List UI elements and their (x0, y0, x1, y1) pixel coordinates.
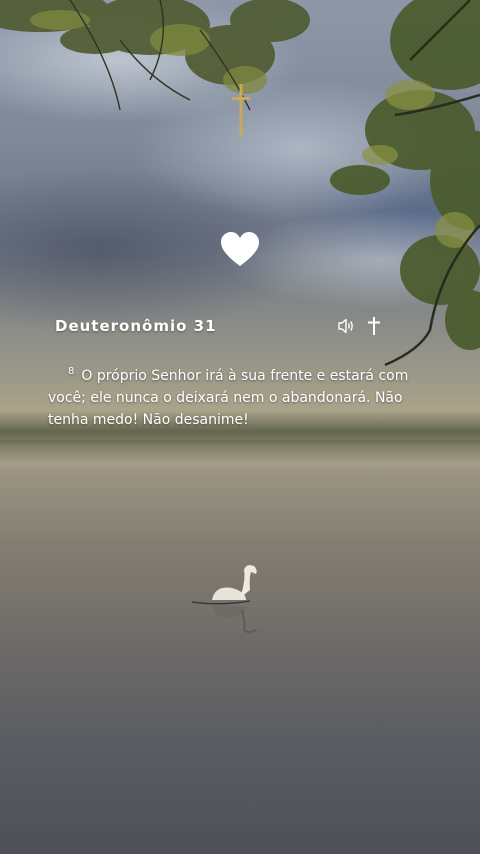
verse-text-block: 8O próprio Senhor irá à sua frente e est… (48, 361, 428, 431)
speaker-icon (338, 318, 353, 334)
cross-icon (232, 84, 250, 136)
heart-icon[interactable] (221, 232, 259, 268)
cross-icon (368, 317, 380, 335)
verse-text: O próprio Senhor irá à sua frente e esta… (48, 368, 409, 428)
verse-number: 8 (68, 366, 75, 377)
cross-button[interactable] (364, 316, 384, 336)
verse-screen: Deuteronômio 31 8O próprio Senhor irá à … (0, 0, 480, 854)
audio-button[interactable] (337, 316, 357, 336)
verse-reference: Deuteronômio 31 (55, 317, 217, 335)
